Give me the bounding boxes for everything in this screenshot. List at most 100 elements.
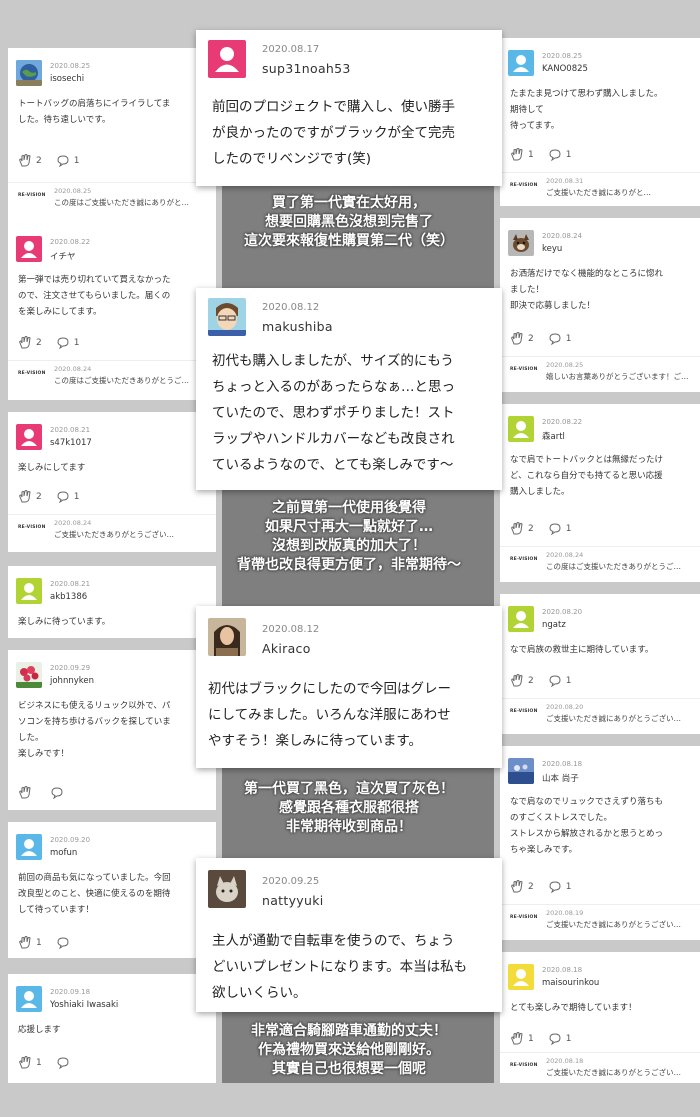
clap-icon[interactable] <box>18 786 32 799</box>
reply-date: 2020.08.25 <box>54 187 92 195</box>
owner-reply[interactable]: RE-VISION 2020.08.24 この度はご支援いただきありがとうご… <box>500 546 700 578</box>
comment-bubble-icon[interactable] <box>548 332 562 345</box>
comment-actions: 2 1 <box>510 522 581 535</box>
comment-bubble-icon[interactable] <box>56 336 70 349</box>
photo-avatar-icon[interactable] <box>508 758 534 784</box>
comment-bubble-icon[interactable] <box>56 154 70 167</box>
revision-logo: RE-VISION <box>510 915 538 920</box>
reply-text: この度はご支援いただきありがとうご… <box>546 562 681 571</box>
flower-avatar-icon[interactable] <box>16 662 42 688</box>
comment-text: お洒落だけでなく機能的なところに惚れ ました！ 即決で応募しました！ <box>510 269 664 311</box>
comment-text: 初代はブラックにしたので今回はグレー にしてみました。いろんな洋服にあわせ やす… <box>208 681 451 749</box>
clap-icon[interactable] <box>18 490 32 503</box>
comment-date: 2020.09.18 <box>50 988 91 996</box>
comment-username[interactable]: nattyyuki <box>262 893 324 908</box>
comment-date: 2020.09.25 <box>262 876 320 887</box>
reply-text: ご支援いただき誠にありがとうござい… <box>546 714 681 723</box>
cartoon-avatar-icon[interactable] <box>208 298 246 336</box>
default-user-avatar-icon[interactable] <box>16 236 42 262</box>
comment-count: 1 <box>565 333 572 344</box>
default-user-avatar-icon[interactable] <box>16 834 42 860</box>
comment-username[interactable]: isosechi <box>50 74 84 84</box>
comment-username[interactable]: 森artl <box>542 430 565 442</box>
default-user-avatar-icon[interactable] <box>508 964 534 990</box>
default-user-avatar-icon[interactable] <box>16 578 42 604</box>
comment-card: 2020.08.22 イチヤ 第一弾では売り切れていて買えなかった ので、注文さ… <box>8 224 216 400</box>
comment-bubble-icon[interactable] <box>548 522 562 535</box>
comment-text: なで肩族の救世主に期待しています。 <box>510 645 654 655</box>
clap-icon[interactable] <box>510 148 524 161</box>
comment-username[interactable]: sup31noah53 <box>262 61 351 76</box>
comment-bubble-icon[interactable] <box>548 148 562 161</box>
comment-date: 2020.09.20 <box>50 836 91 844</box>
comment-username[interactable]: johnnyken <box>50 676 94 686</box>
reply-text: この度はご支援いただきありがとうご… <box>54 376 189 385</box>
clap-icon[interactable] <box>510 522 524 535</box>
woman-avatar-icon[interactable] <box>208 618 246 656</box>
comment-date: 2020.08.18 <box>542 760 583 768</box>
like-count: 2 <box>36 491 42 502</box>
comment-bubble-icon[interactable] <box>548 674 562 687</box>
default-user-avatar-icon[interactable] <box>16 424 42 450</box>
like-count: 2 <box>36 337 42 348</box>
clap-icon[interactable] <box>510 674 524 687</box>
comment-username[interactable]: mofun <box>50 848 77 858</box>
clap-icon[interactable] <box>18 1056 32 1069</box>
owner-reply[interactable]: RE-VISION 2020.08.25 この度はご支援いただき誠にありがと… <box>8 182 216 214</box>
comment-actions: 2 1 <box>510 880 581 893</box>
comment-bubble-icon[interactable] <box>56 936 70 949</box>
owner-reply[interactable]: RE-VISION 2020.08.20 ご支援いただき誠にありがとうござい… <box>500 698 700 730</box>
comment-username[interactable]: maisourinkou <box>542 978 599 988</box>
comment-date: 2020.08.12 <box>262 302 320 313</box>
comment-text: ビジネスにも使えるリュック以外で、パ ソコンを持ち歩けるバックを探していま した… <box>18 701 171 759</box>
owner-reply[interactable]: RE-VISION 2020.08.24 この度はご支援いただきありがとうご… <box>8 360 216 392</box>
clap-icon[interactable] <box>18 154 32 167</box>
comment-username[interactable]: keyu <box>542 244 562 254</box>
clap-icon[interactable] <box>510 332 524 345</box>
default-user-avatar-icon[interactable] <box>16 986 42 1012</box>
comment-bubble-icon[interactable] <box>56 490 70 503</box>
comment-date: 2020.08.21 <box>50 580 91 588</box>
revision-logo: RE-VISION <box>510 709 538 714</box>
comment-text: とても楽しみで期待しています！ <box>510 1003 637 1013</box>
comment-bubble-icon[interactable] <box>50 786 64 799</box>
comment-count: 1 <box>565 675 572 686</box>
default-user-avatar-icon[interactable] <box>508 50 534 76</box>
clap-icon[interactable] <box>510 880 524 893</box>
dog-avatar-icon[interactable] <box>508 230 534 256</box>
comment-actions: 2 1 <box>510 332 581 345</box>
like-count: 1 <box>528 149 534 160</box>
comment-username[interactable]: Akiraco <box>262 641 311 656</box>
globe-avatar-icon[interactable] <box>16 60 42 86</box>
comment-username[interactable]: makushiba <box>262 319 333 334</box>
default-user-avatar-icon[interactable] <box>508 416 534 442</box>
owner-reply[interactable]: RE-VISION 2020.08.25 嬉しいお言葉ありがとうございます！ご… <box>500 356 700 388</box>
comment-username[interactable]: 山本 尚子 <box>542 772 579 784</box>
comment-username[interactable]: s47k1017 <box>50 438 92 448</box>
reply-date: 2020.08.25 <box>546 361 584 369</box>
comment-actions: 2 1 <box>18 490 89 503</box>
owner-reply[interactable]: RE-VISION 2020.08.18 ご支援いただき誠にありがとうござい… <box>500 1052 700 1083</box>
comment-text: 前回の商品も気になっていました。今回 改良型とのこと、快適に使えるのを期待 して… <box>18 873 171 915</box>
clap-icon[interactable] <box>510 1032 524 1045</box>
comment-username[interactable]: Yoshiaki Iwasaki <box>50 1000 118 1010</box>
comment-username[interactable]: ngatz <box>542 620 566 630</box>
default-user-avatar-icon[interactable] <box>508 606 534 632</box>
clap-icon[interactable] <box>18 336 32 349</box>
comment-bubble-icon[interactable] <box>56 1056 70 1069</box>
comment-bubble-icon[interactable] <box>548 1032 562 1045</box>
cat-avatar-icon[interactable] <box>208 870 246 908</box>
clap-icon[interactable] <box>18 936 32 949</box>
owner-reply[interactable]: RE-VISION 2020.08.31 ご支援いただき誠にありがと… <box>500 172 700 204</box>
comment-username[interactable]: KANO0825 <box>542 64 588 74</box>
comment-bubble-icon[interactable] <box>548 880 562 893</box>
reply-date: 2020.08.24 <box>54 365 92 373</box>
owner-reply[interactable]: RE-VISION 2020.08.19 ご支援いただき誠にありがとうござい… <box>500 904 700 936</box>
comment-username[interactable]: akb1386 <box>50 592 87 602</box>
comment-username[interactable]: イチヤ <box>50 250 76 262</box>
comment-card: 2020.08.22 森artl なで肩でトートバックとは無縁だったけ ど、これ… <box>500 404 700 582</box>
comment-count: 1 <box>73 337 80 348</box>
comment-actions: 1 1 <box>510 1032 581 1045</box>
default-user-avatar-icon[interactable] <box>208 40 246 78</box>
owner-reply[interactable]: RE-VISION 2020.08.24 ご支援いただきありがとうござい… <box>8 514 216 546</box>
